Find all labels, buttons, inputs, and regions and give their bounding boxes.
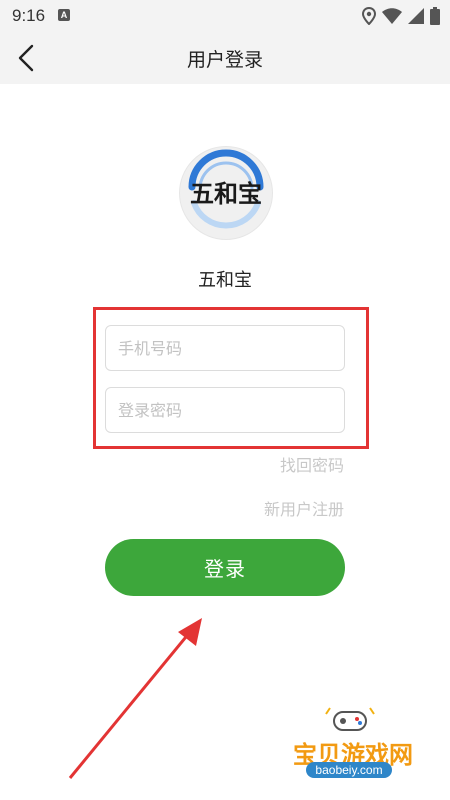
location-icon: [362, 7, 376, 25]
login-button[interactable]: 登录: [105, 539, 345, 596]
wifi-icon: [382, 8, 402, 24]
watermark-url: baobeiy.com: [306, 762, 392, 778]
annotation-arrow-icon: [68, 618, 202, 779]
notification-a-icon: A: [58, 9, 70, 21]
page-title: 用户登录: [186, 49, 263, 71]
status-time: 9:16: [12, 6, 46, 25]
status-icons: [362, 7, 440, 25]
top-nav-bar: 用户登录: [0, 32, 450, 84]
watermark: 宝贝游戏网 baobeiy.com: [278, 700, 438, 790]
app-logo: 五和宝: [179, 146, 273, 240]
status-bar: 9:16 A: [0, 0, 450, 32]
password-input[interactable]: [105, 387, 345, 433]
app-name: 五和宝: [198, 270, 252, 291]
phone-input[interactable]: [105, 325, 345, 371]
logo-ring-icon: 五和宝: [188, 149, 264, 229]
logo-text: 五和宝: [190, 180, 262, 208]
forgot-password-link[interactable]: 找回密码: [280, 452, 344, 476]
register-link[interactable]: 新用户注册: [264, 496, 344, 520]
signal-icon: [408, 8, 424, 24]
battery-icon: [430, 7, 440, 25]
